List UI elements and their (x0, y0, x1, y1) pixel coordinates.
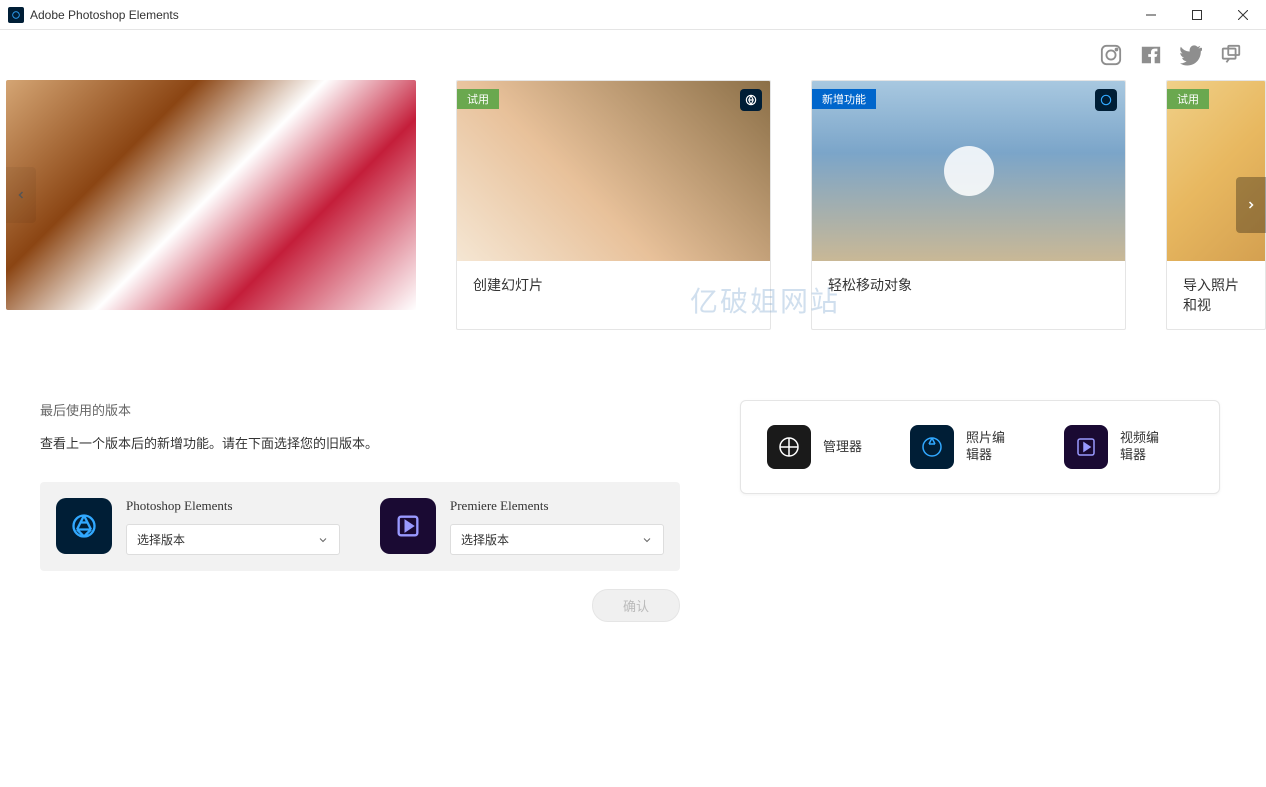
version-item-pre: Premiere Elements 选择版本 (380, 498, 664, 555)
feature-card-slideshow[interactable]: 试用 创建幻灯片 (456, 80, 771, 330)
bottom-row: 最后使用的版本 查看上一个版本后的新增功能。请在下面选择您的旧版本。 Photo… (0, 330, 1266, 622)
launcher-label: 视频编辑器 (1120, 430, 1170, 464)
version-item-pse: Photoshop Elements 选择版本 (56, 498, 340, 555)
version-panel: 最后使用的版本 查看上一个版本后的新增功能。请在下面选择您的旧版本。 Photo… (40, 400, 680, 622)
version-subtext: 查看上一个版本后的新增功能。请在下面选择您的旧版本。 (40, 433, 680, 452)
carousel-prev-button[interactable] (6, 167, 36, 223)
organizer-icon (767, 425, 811, 469)
feature-card-move-object[interactable]: 新增功能 轻松移动对象 (811, 80, 1126, 330)
launchers-panel: 管理器 照片编辑器 视频编辑器 (740, 400, 1220, 494)
version-box: Photoshop Elements 选择版本 Premiere Element… (40, 482, 680, 571)
confirm-button[interactable]: 确认 (592, 589, 680, 622)
chevron-down-icon (641, 534, 653, 546)
version-select-pse[interactable]: 选择版本 (126, 524, 340, 555)
card-badge: 试用 (457, 89, 499, 109)
close-button[interactable] (1220, 0, 1266, 30)
titlebar: Adobe Photoshop Elements (0, 0, 1266, 30)
feedback-icon[interactable] (1220, 44, 1242, 66)
card-image: 试用 (457, 81, 770, 261)
select-label: 选择版本 (461, 531, 509, 548)
launcher-organizer[interactable]: 管理器 (767, 425, 862, 469)
aperture-icon (1095, 89, 1117, 111)
launcher-label: 管理器 (823, 439, 862, 456)
launcher-video-editor[interactable]: 视频编辑器 (1064, 425, 1170, 469)
maximize-button[interactable] (1174, 0, 1220, 30)
topbar (0, 30, 1266, 80)
video-editor-icon (1064, 425, 1108, 469)
card-badge: 试用 (1167, 89, 1209, 109)
window-controls (1128, 0, 1266, 30)
product-name: Premiere Elements (450, 498, 664, 514)
card-badge: 新增功能 (812, 89, 876, 109)
facebook-icon[interactable] (1140, 44, 1162, 66)
window-title: Adobe Photoshop Elements (30, 8, 179, 22)
version-select-pre[interactable]: 选择版本 (450, 524, 664, 555)
select-label: 选择版本 (137, 531, 185, 548)
version-heading: 最后使用的版本 (40, 400, 680, 419)
hero-card[interactable] (6, 80, 416, 310)
photo-editor-icon (910, 425, 954, 469)
aperture-icon (740, 89, 762, 111)
app-icon (8, 7, 24, 23)
minimize-button[interactable] (1128, 0, 1174, 30)
twitter-icon[interactable] (1180, 44, 1202, 66)
premiere-elements-icon (380, 498, 436, 554)
carousel: 试用 创建幻灯片 新增功能 轻松移动对象 试用 导入照片和视 (0, 80, 1266, 330)
card-image: 试用 (1167, 81, 1265, 261)
titlebar-left: Adobe Photoshop Elements (8, 7, 179, 23)
launcher-photo-editor[interactable]: 照片编辑器 (910, 425, 1016, 469)
instagram-icon[interactable] (1100, 44, 1122, 66)
carousel-next-button[interactable] (1236, 177, 1266, 233)
chevron-down-icon (317, 534, 329, 546)
card-title: 创建幻灯片 (457, 261, 770, 309)
card-title: 轻松移动对象 (812, 261, 1125, 309)
product-name: Photoshop Elements (126, 498, 340, 514)
card-title: 导入照片和视 (1167, 261, 1265, 329)
card-image: 新增功能 (812, 81, 1125, 261)
launcher-label: 照片编辑器 (966, 430, 1016, 464)
photoshop-elements-icon (56, 498, 112, 554)
